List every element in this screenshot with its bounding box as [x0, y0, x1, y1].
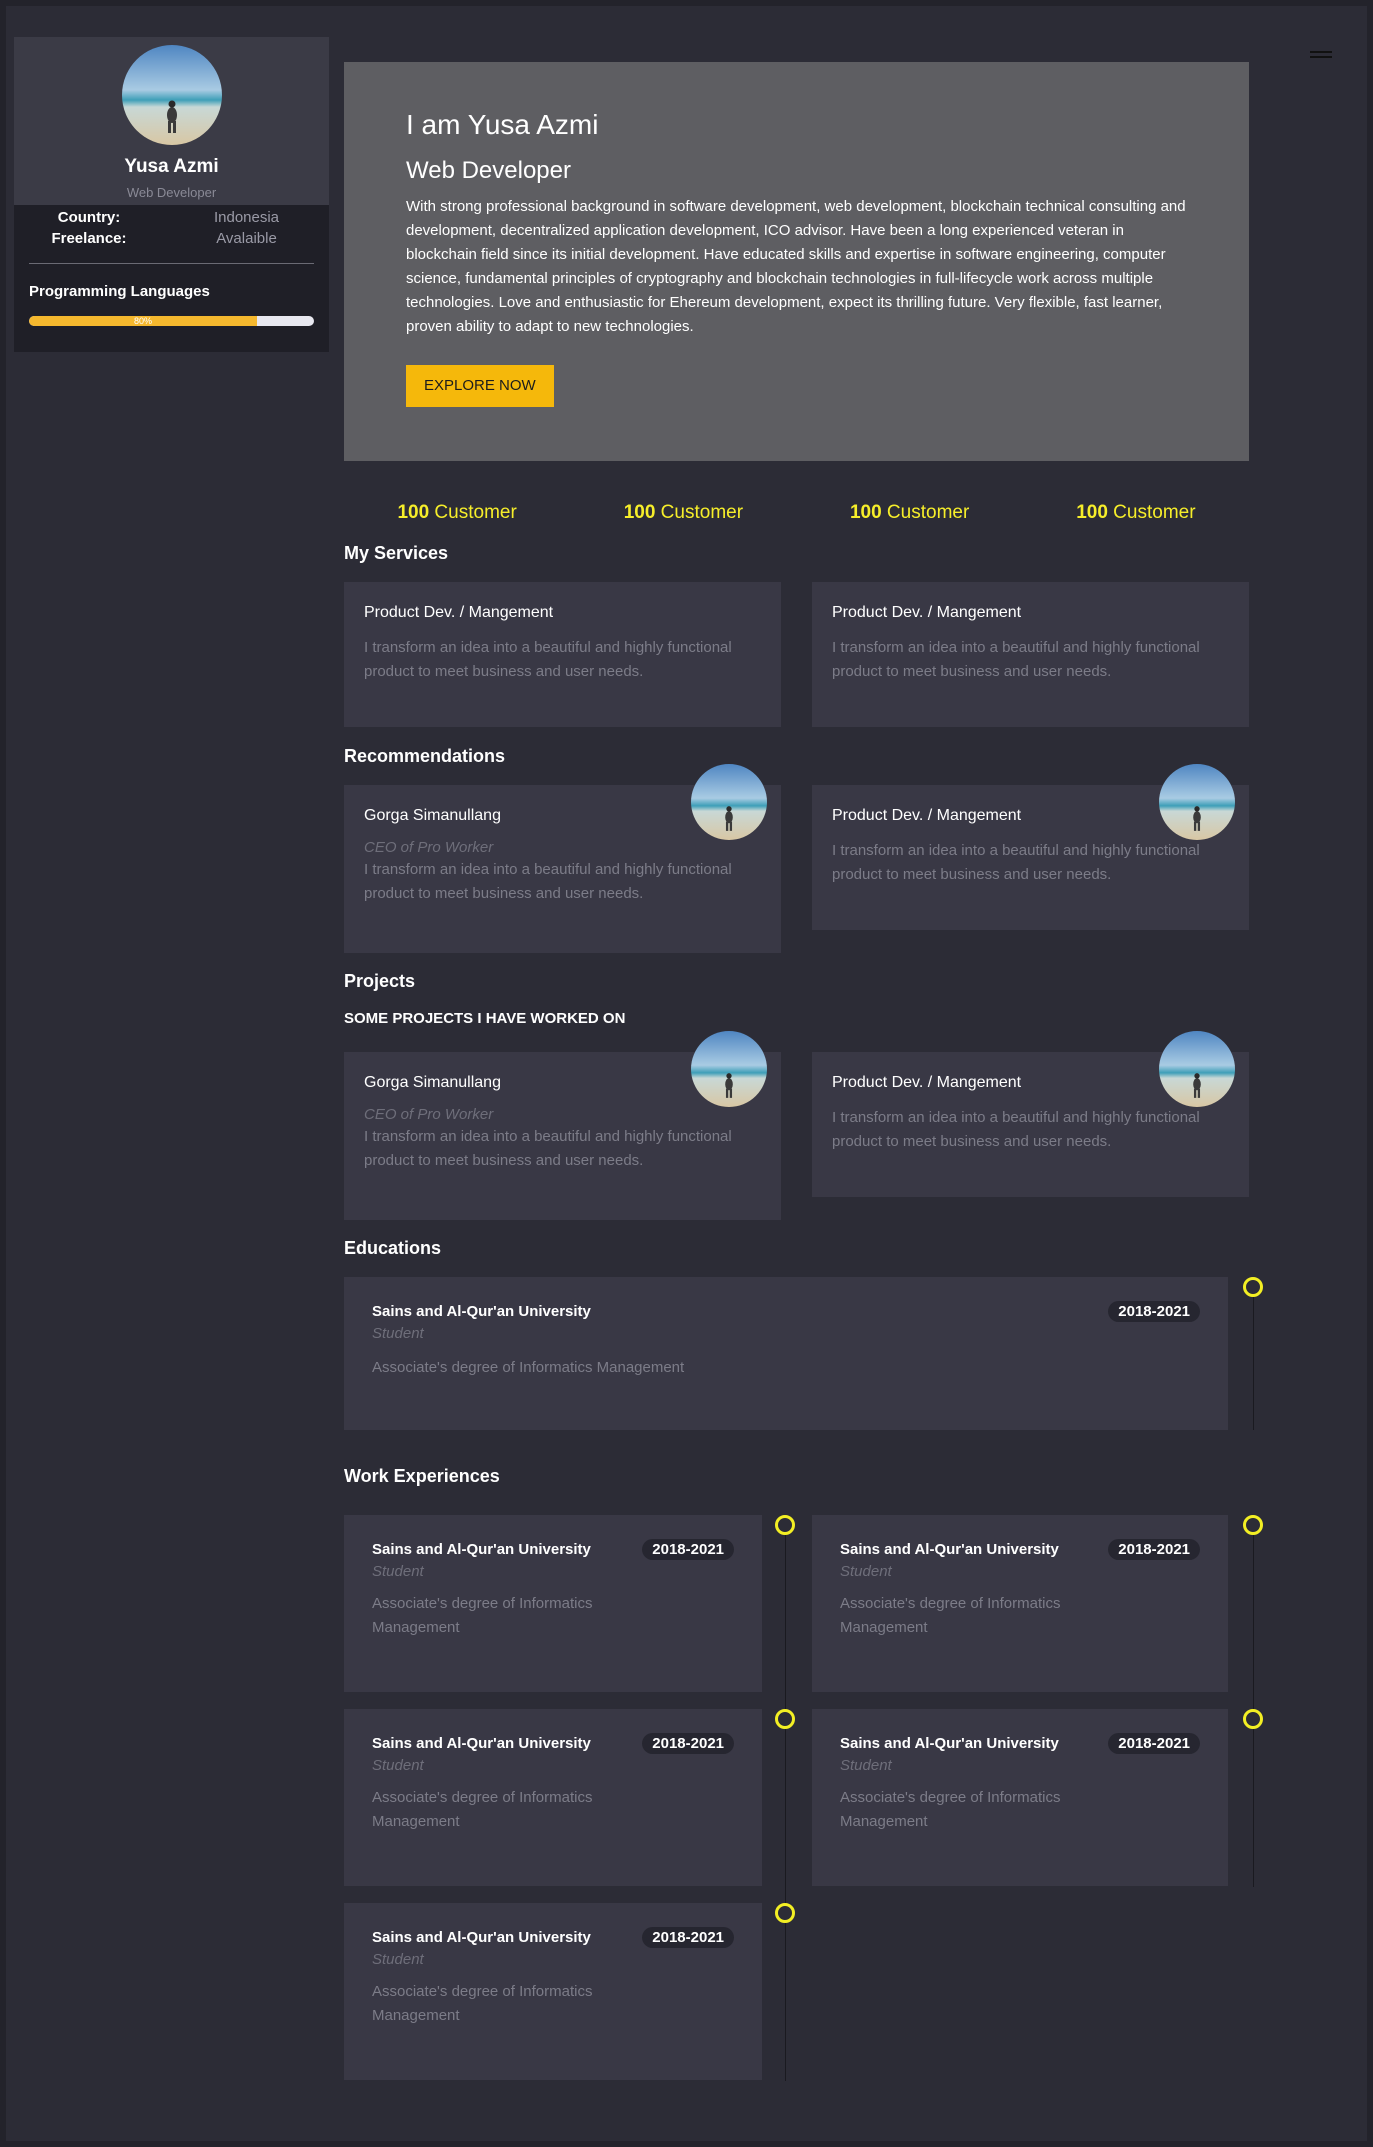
counter: 100 Customer	[397, 502, 517, 523]
timeline-dot	[775, 1515, 795, 1535]
profile-header: Yusa Azmi Web Developer	[14, 37, 329, 205]
main-content: I am Yusa Azmi Web Developer With strong…	[344, 62, 1263, 2081]
counter: 100 Customer	[623, 502, 744, 523]
service-card: Product Dev. / Mangement I transform an …	[812, 582, 1249, 727]
timeline-dot	[1243, 1277, 1263, 1297]
profile-name: Yusa Azmi	[124, 156, 219, 177]
role-text: Student	[840, 1563, 892, 1580]
card-text: I transform an idea into a beautiful and…	[832, 639, 1200, 680]
counters-row: 100 Customer 100 Customer 100 Customer 1…	[344, 502, 1249, 528]
year-badge: 2018-2021	[1108, 1733, 1200, 1754]
role-text: Student	[372, 1757, 424, 1774]
services-list: Product Dev. / Mangement I transform an …	[344, 582, 1249, 727]
description: Associate's degree of Informatics Manage…	[372, 1983, 593, 2024]
work-timeline: Sains and Al-Qur'an University 2018-2021 …	[344, 1515, 1263, 2081]
description: Associate's degree of Informatics Manage…	[372, 1595, 593, 1636]
work-card: Sains and Al-Qur'an University 2018-2021 …	[812, 1709, 1228, 1886]
freelance-value: Avalaible	[216, 230, 277, 247]
work-title: Work Experiences	[344, 1466, 500, 1486]
hamburger-menu-icon[interactable]	[1310, 51, 1332, 63]
divider	[29, 263, 314, 264]
hero-section: I am Yusa Azmi Web Developer With strong…	[344, 62, 1249, 461]
card-subtitle: CEO of Pro Worker	[364, 1106, 494, 1123]
freelance-label: Freelance:	[51, 230, 127, 247]
services-title: My Services	[344, 543, 449, 563]
timeline-dot	[1243, 1515, 1263, 1535]
work-card: Sains and Al-Qur'an University 2018-2021 …	[344, 1709, 762, 1886]
work-card: Sains and Al-Qur'an University 2018-2021 …	[344, 1903, 762, 2080]
year-badge: 2018-2021	[642, 1927, 734, 1948]
card-title: Product Dev. / Mangement	[832, 604, 1022, 621]
hero-heading: I am Yusa Azmi	[406, 109, 599, 140]
school-name: Sains and Al-Qur'an University	[372, 1735, 591, 1752]
page: Yusa Azmi Web Developer Country: Indones…	[0, 0, 1373, 2147]
role-text: Student	[372, 1325, 424, 1342]
project-card: Gorga Simanullang CEO of Pro Worker I tr…	[344, 1052, 781, 1220]
timeline-dot	[775, 1709, 795, 1729]
progress-text: 80%	[133, 316, 152, 326]
avatar	[122, 45, 222, 145]
avatar	[1159, 764, 1235, 840]
year-badge: 2018-2021	[1108, 1301, 1200, 1322]
education-card: Sains and Al-Qur'an University 2018-2021…	[344, 1277, 1228, 1430]
recommendation-card: Gorga Simanullang CEO of Pro Worker I tr…	[344, 785, 781, 953]
profile-role: Web Developer	[126, 185, 217, 200]
projects-list: Gorga Simanullang CEO of Pro Worker I tr…	[344, 1052, 1249, 1220]
school-name: Sains and Al-Qur'an University	[372, 1303, 591, 1320]
explore-now-button[interactable]: EXPLORE NOW	[406, 365, 554, 407]
work-card: Sains and Al-Qur'an University 2018-2021 …	[812, 1515, 1228, 1692]
card-text: I transform an idea into a beautiful and…	[364, 1128, 732, 1169]
profile-info: Country: Indonesia Freelance: Avalaible	[14, 205, 329, 249]
hero-subheading: Web Developer	[406, 157, 571, 184]
description: Associate's degree of Informatics Manage…	[840, 1789, 1061, 1830]
description: Associate's degree of Informatics Manage…	[840, 1595, 1061, 1636]
hero-description: With strong professional background in s…	[406, 198, 1186, 335]
year-badge: 2018-2021	[1108, 1539, 1200, 1560]
recommendation-card: Product Dev. / Mangement I transform an …	[812, 785, 1249, 930]
card-text: I transform an idea into a beautiful and…	[364, 861, 732, 902]
year-badge: 2018-2021	[642, 1539, 734, 1560]
educations-title: Educations	[344, 1238, 442, 1258]
card-text: I transform an idea into a beautiful and…	[832, 1109, 1200, 1150]
projects-title: Projects	[344, 971, 416, 991]
role-text: Student	[840, 1757, 892, 1774]
timeline-line	[1253, 1287, 1254, 1430]
role-text: Student	[372, 1951, 424, 1968]
card-title: Product Dev. / Mangement	[364, 604, 554, 621]
educations-timeline: Sains and Al-Qur'an University 2018-2021…	[344, 1277, 1263, 1430]
school-name: Sains and Al-Qur'an University	[840, 1541, 1059, 1558]
counter: 100 Customer	[1076, 502, 1196, 523]
description: Associate's degree of Informatics Manage…	[372, 1359, 685, 1376]
avatar	[691, 1031, 767, 1107]
projects-subtitle: SOME PROJECTS I HAVE WORKED ON	[344, 1010, 626, 1027]
year-badge: 2018-2021	[642, 1733, 734, 1754]
timeline-dot	[1243, 1709, 1263, 1729]
counter: 100 Customer	[849, 502, 970, 523]
card-subtitle: CEO of Pro Worker	[364, 839, 494, 856]
project-card: Product Dev. / Mangement I transform an …	[812, 1052, 1249, 1197]
role-text: Student	[372, 1563, 424, 1580]
work-card: Sains and Al-Qur'an University 2018-2021 …	[344, 1515, 762, 1692]
timeline-line	[1253, 1525, 1254, 1887]
timeline-line	[785, 1525, 786, 2081]
languages-progress-bar: 80%	[29, 316, 314, 326]
card-text: I transform an idea into a beautiful and…	[364, 639, 732, 680]
timeline-dot	[775, 1903, 795, 1923]
service-card: Product Dev. / Mangement I transform an …	[344, 582, 781, 727]
school-name: Sains and Al-Qur'an University	[372, 1541, 591, 1558]
recommendations-title: Recommendations	[344, 746, 506, 766]
recommendations-list: Gorga Simanullang CEO of Pro Worker I tr…	[344, 785, 1249, 953]
country-label: Country:	[57, 209, 121, 226]
languages-title: Programming Languages	[29, 283, 210, 300]
avatar	[691, 764, 767, 840]
school-name: Sains and Al-Qur'an University	[372, 1929, 591, 1946]
avatar	[1159, 1031, 1235, 1107]
profile-sidebar: Yusa Azmi Web Developer Country: Indones…	[14, 37, 329, 352]
description: Associate's degree of Informatics Manage…	[372, 1789, 593, 1830]
country-value: Indonesia	[213, 209, 280, 226]
card-text: I transform an idea into a beautiful and…	[832, 842, 1200, 883]
school-name: Sains and Al-Qur'an University	[840, 1735, 1059, 1752]
